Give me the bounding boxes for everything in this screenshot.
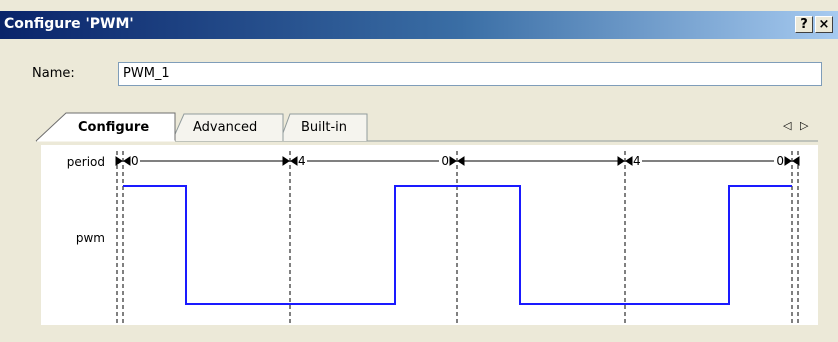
boundary-lines [116,151,799,325]
arrowhead-left-icon [290,156,298,166]
timing-diagram: period pwm 0 4 0 4 0 [67,151,800,325]
arrowhead-left-icon [457,156,465,166]
tab-advanced[interactable]: Advanced [193,120,257,135]
arrowhead-left-icon [792,156,800,166]
tab-configure[interactable]: Configure [78,120,149,135]
arrowhead-right-icon [282,156,290,166]
arrowhead-right-icon [617,156,625,166]
period-label: 4 [298,154,306,168]
tab-scroll-right-icon[interactable]: ▷ [800,119,808,132]
arrowhead-right-icon [449,156,457,166]
timing-diagram-panel: period pwm 0 4 0 4 0 [41,145,818,325]
arrowhead-left-icon [625,156,633,166]
tab-built-in[interactable]: Built-in [301,120,347,135]
period-label: 0 [131,154,139,168]
period-label: 0 [776,154,784,168]
period-label: 4 [633,154,641,168]
period-label: 0 [441,154,449,168]
arrowhead-right-icon [115,156,123,166]
signal-name-period: period [67,155,105,169]
signal-name-pwm: pwm [76,231,105,245]
configure-dialog: Configure 'PWM' ? × Name: PWM_1 Configur… [0,0,838,342]
arrowhead-left-icon [123,156,131,166]
tab-scroll-left-icon[interactable]: ◁ [783,119,791,132]
arrowhead-right-icon [784,156,792,166]
